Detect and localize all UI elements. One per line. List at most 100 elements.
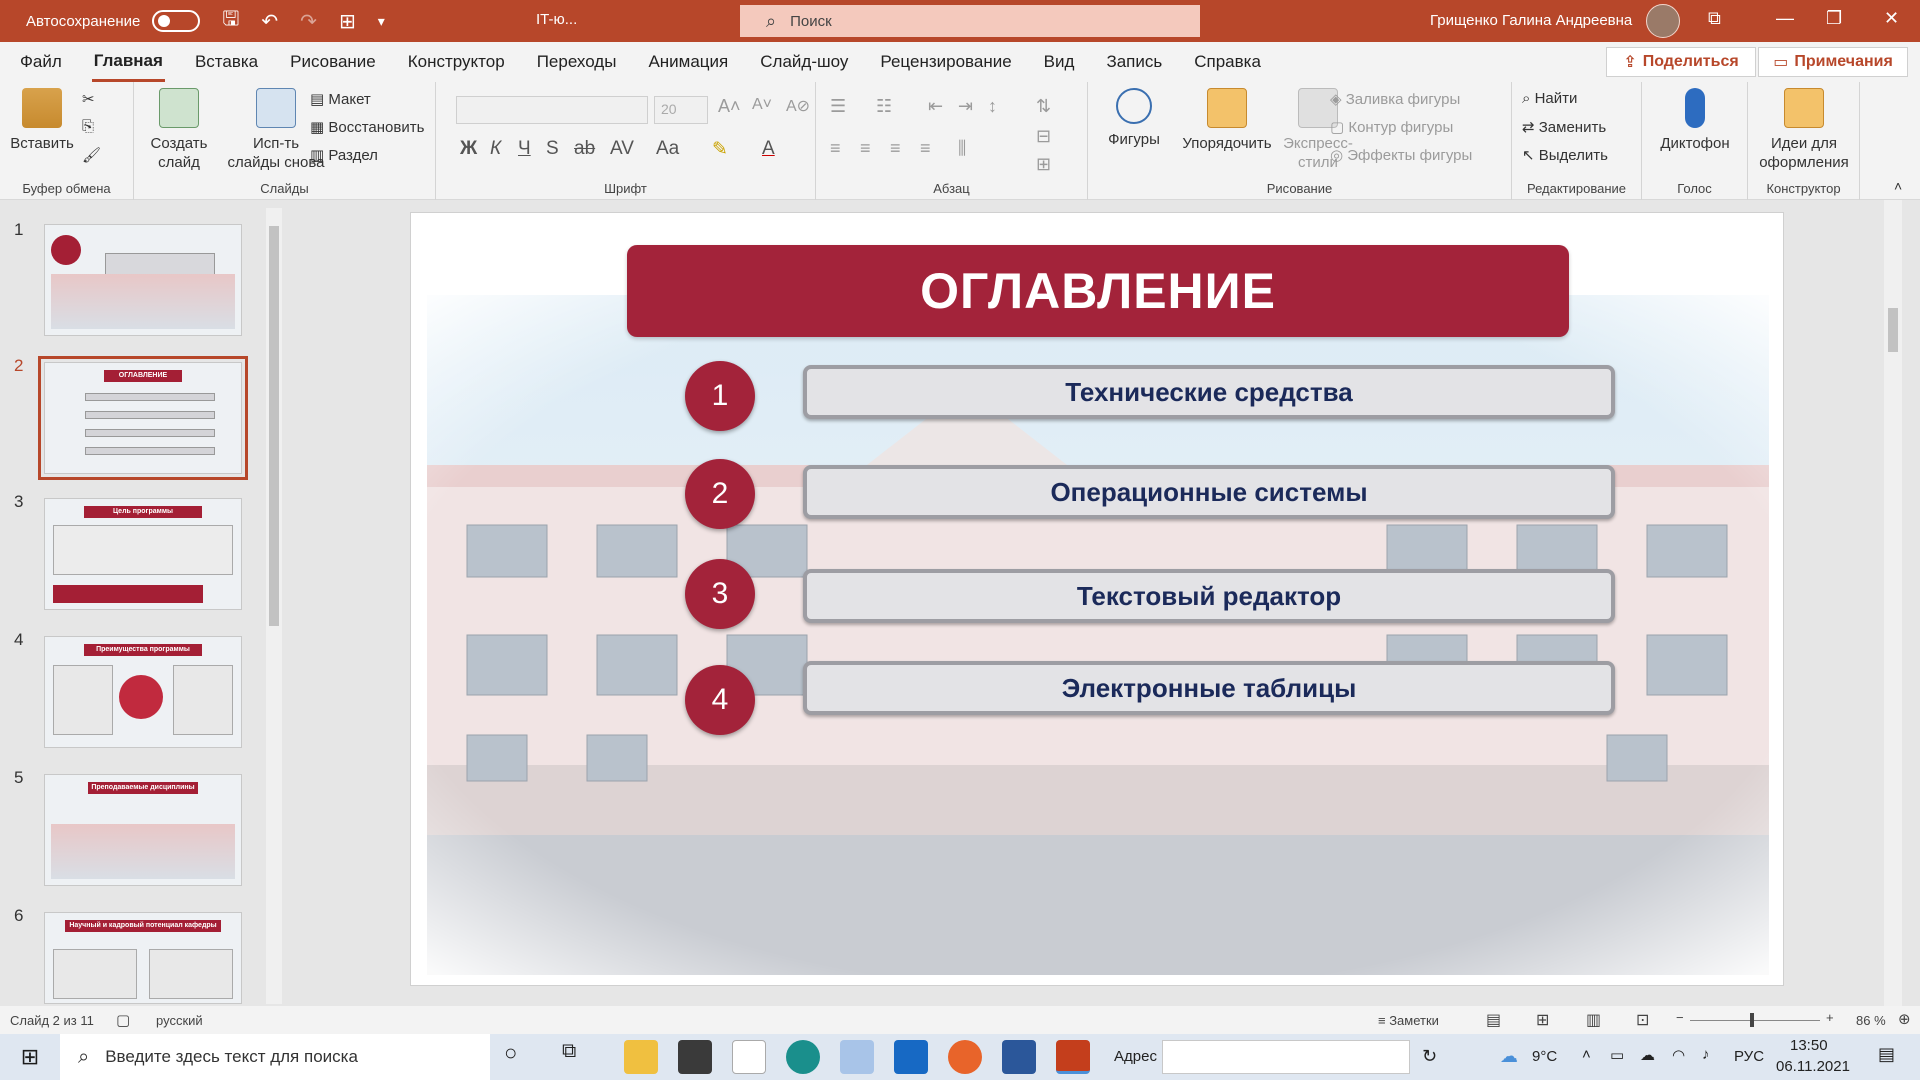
font-family-select[interactable] [456, 96, 648, 124]
fit-slide-icon[interactable]: ⊕ [1898, 1010, 1911, 1028]
toc-number-badge[interactable]: 1 [685, 361, 755, 431]
shadow-icon[interactable]: S [546, 138, 559, 160]
share-button[interactable]: ⇪ Поделиться [1606, 47, 1756, 77]
tray-expand-icon[interactable]: ˄ [1582, 1046, 1591, 1063]
spacing-icon[interactable]: AV [610, 138, 634, 160]
underline-icon[interactable]: Ч [518, 138, 531, 160]
toc-number-badge[interactable]: 4 [685, 665, 755, 735]
comments-button[interactable]: ▭ Примечания [1758, 47, 1908, 77]
tab-file[interactable]: Файл [18, 44, 64, 80]
toc-item-operating-systems[interactable]: Операционные системы [803, 465, 1615, 519]
slide-thumbnail-3[interactable]: Цель программы [44, 498, 242, 610]
battery-icon[interactable]: ▭ [1610, 1046, 1624, 1064]
collapse-ribbon-icon[interactable]: ˄ [1894, 178, 1902, 194]
store-icon[interactable] [678, 1040, 712, 1074]
dropbox-icon[interactable] [840, 1040, 874, 1074]
scrollbar-thumb[interactable] [269, 226, 279, 626]
present-icon[interactable]: ⊞ [339, 9, 356, 34]
align-right-icon[interactable]: ≡ [890, 138, 901, 159]
increase-indent-icon[interactable]: ⇥ [958, 96, 973, 117]
input-language[interactable]: РУС [1734, 1048, 1764, 1065]
tab-slideshow[interactable]: Слайд-шоу [758, 44, 850, 80]
cloud-icon[interactable]: ☁ [1640, 1046, 1655, 1064]
paste-button[interactable]: Вставить [8, 88, 76, 153]
restore-icon[interactable]: ❐ [1826, 8, 1842, 29]
new-slide-button[interactable]: Создать слайд [142, 88, 216, 172]
font-color-icon[interactable]: A [762, 138, 775, 160]
toc-number-badge[interactable]: 2 [685, 459, 755, 529]
task-view-icon[interactable]: ⧉ [562, 1040, 596, 1074]
shrink-font-icon[interactable]: A˅ [752, 96, 772, 114]
refresh-icon[interactable]: ↻ [1422, 1046, 1437, 1067]
notifications-icon[interactable]: ▤ [1878, 1044, 1895, 1065]
tab-insert[interactable]: Вставка [193, 44, 260, 80]
toc-number-badge[interactable]: 3 [685, 559, 755, 629]
cut-icon[interactable]: ✂ [82, 90, 95, 108]
arrange-button[interactable]: Упорядочить [1172, 88, 1282, 153]
save-icon[interactable]: 🖫 [222, 4, 239, 38]
edge-icon[interactable] [786, 1040, 820, 1074]
wifi-icon[interactable]: ◠ [1672, 1046, 1685, 1064]
start-button[interactable]: ⊞ [0, 1034, 60, 1080]
find-button[interactable]: ⌕ Найти [1522, 90, 1577, 107]
replace-button[interactable]: ⇄ Заменить [1522, 118, 1606, 136]
customize-qat-icon[interactable]: ▾ [378, 13, 385, 30]
document-title[interactable]: IT-ю... [536, 11, 577, 28]
align-left-icon[interactable]: ≡ [830, 138, 841, 159]
decrease-indent-icon[interactable]: ⇤ [928, 96, 943, 117]
text-direction-icon[interactable]: ⇅ [1036, 96, 1051, 117]
reset-button[interactable]: ▦ Восстановить [310, 118, 424, 136]
tab-help[interactable]: Справка [1192, 44, 1263, 80]
slide-thumbnail-5[interactable]: Преподаваемые дисциплины [44, 774, 242, 886]
language-indicator[interactable]: русский [156, 1013, 203, 1028]
slide-thumbnail-2[interactable]: ОГЛАВЛЕНИЕ [38, 356, 248, 480]
italic-icon[interactable]: К [490, 138, 501, 160]
address-input[interactable] [1162, 1040, 1410, 1074]
tab-transitions[interactable]: Переходы [535, 44, 619, 80]
slide-scrollbar[interactable] [1884, 200, 1902, 1006]
powerpoint-icon[interactable] [1056, 1040, 1090, 1074]
file-explorer-icon[interactable] [624, 1040, 658, 1074]
word-icon[interactable] [1002, 1040, 1036, 1074]
taskbar-search-input[interactable]: ⌕ Введите здесь текст для поиска [60, 1034, 490, 1080]
clear-format-icon[interactable]: A⊘ [786, 96, 810, 116]
tab-design[interactable]: Конструктор [406, 44, 507, 80]
grow-font-icon[interactable]: A˄ [718, 96, 741, 117]
amazon-icon[interactable] [732, 1040, 766, 1074]
shapes-button[interactable]: Фигуры [1098, 88, 1170, 149]
avatar[interactable] [1646, 4, 1680, 38]
justify-icon[interactable]: ≡ [920, 138, 931, 159]
slide-sorter-icon[interactable]: ⊞ [1536, 1010, 1549, 1030]
close-icon[interactable]: ✕ [1884, 8, 1899, 29]
toc-item-spreadsheets[interactable]: Электронные таблицы [803, 661, 1615, 715]
bullets-icon[interactable]: ☰ [830, 96, 846, 117]
smartart-icon[interactable]: ⊞ [1036, 154, 1051, 175]
slide-thumbnail-4[interactable]: Преимущества программы [44, 636, 242, 748]
autosave-toggle[interactable] [152, 10, 201, 32]
scrollbar-thumb[interactable] [1888, 308, 1898, 352]
zoom-level[interactable]: 86 % [1856, 1013, 1886, 1028]
spellcheck-icon[interactable]: ▢ [116, 1011, 130, 1029]
cortana-icon[interactable]: ○ [504, 1040, 538, 1074]
minimize-icon[interactable]: — [1776, 8, 1794, 29]
search-input[interactable]: ⌕ Поиск [740, 5, 1200, 37]
weather-icon[interactable]: ☁ [1500, 1046, 1518, 1067]
clock-time[interactable]: 13:50 [1790, 1037, 1828, 1054]
shape-effects-button[interactable]: ◎ Эффекты фигуры [1330, 146, 1472, 164]
columns-icon[interactable]: ⫼ [958, 138, 966, 159]
select-button[interactable]: ↖ Выделить [1522, 146, 1608, 164]
dictate-button[interactable]: Диктофон [1650, 88, 1740, 153]
font-size-select[interactable]: 20 [654, 96, 708, 124]
strike-icon[interactable]: ab [574, 138, 595, 160]
zoom-slider[interactable] [1690, 1020, 1820, 1021]
slide-thumbnail-6[interactable]: Научный и кадровый потенциал кафедры [44, 912, 242, 1004]
zoom-slider-handle[interactable] [1750, 1013, 1754, 1027]
bold-icon[interactable]: Ж [460, 138, 477, 160]
normal-view-icon[interactable]: ▤ [1486, 1010, 1501, 1030]
weather-temp[interactable]: 9°C [1532, 1048, 1557, 1065]
slideshow-icon[interactable]: ⊡ [1636, 1010, 1649, 1030]
toc-item-technical-means[interactable]: Технические средства [803, 365, 1615, 419]
highlight-icon[interactable]: ✎ [712, 138, 728, 161]
line-spacing-icon[interactable]: ↕ [988, 96, 997, 117]
slide-title[interactable]: ОГЛАВЛЕНИЕ [627, 245, 1569, 337]
